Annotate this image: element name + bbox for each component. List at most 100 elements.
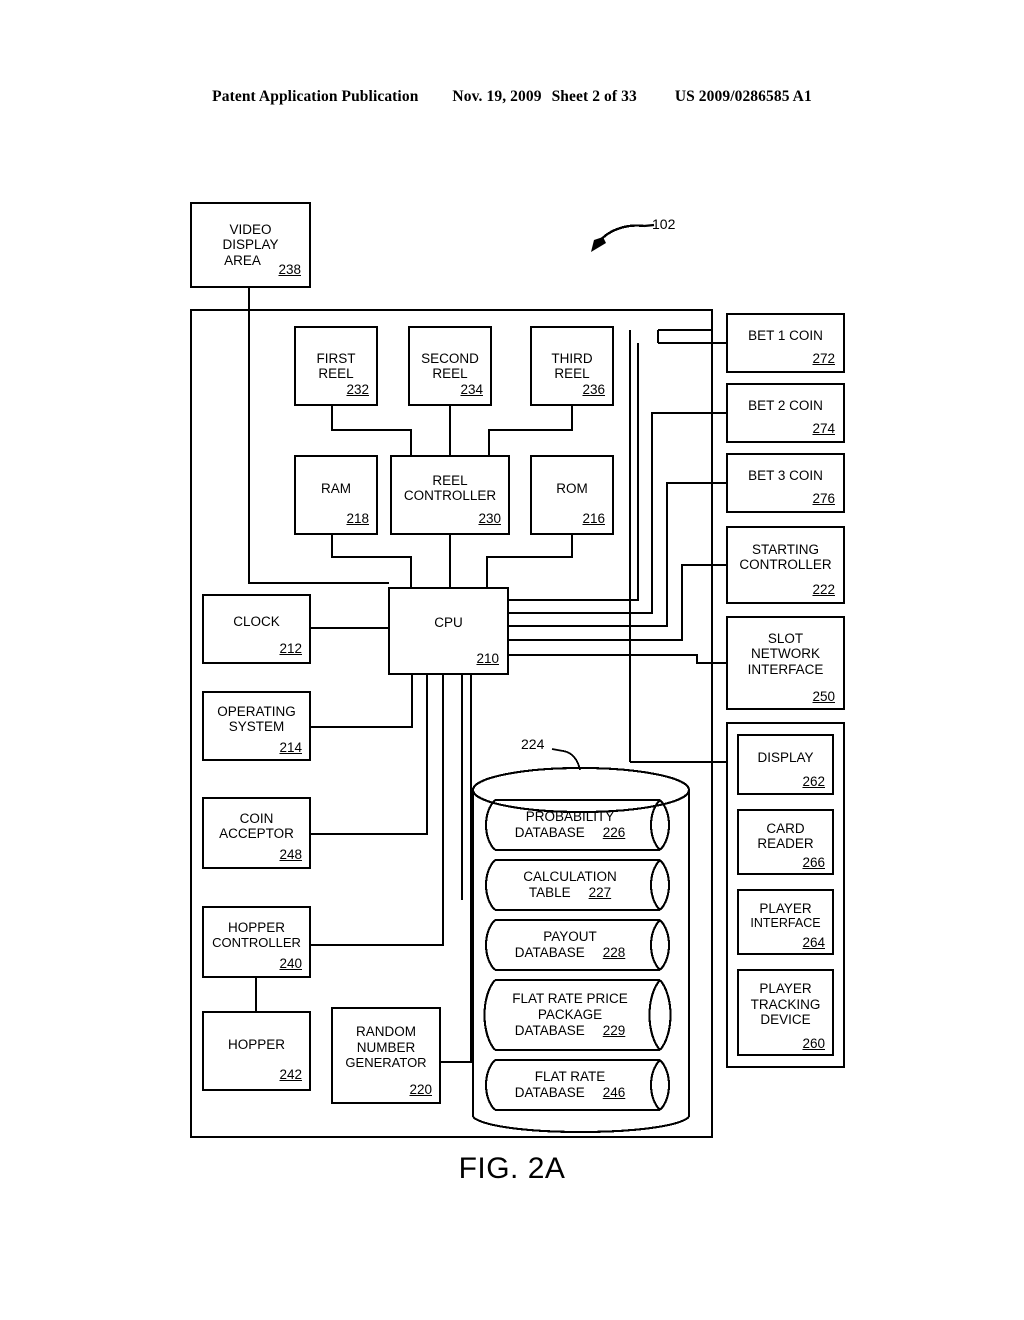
block-line: RANDOM xyxy=(356,1024,416,1040)
reference-numeral: 218 xyxy=(346,510,369,526)
block-line: BET 2 COIN xyxy=(748,398,823,414)
reference-numeral: 216 xyxy=(582,510,605,526)
block-line: READER xyxy=(757,836,814,851)
block-line: CONTROLLER xyxy=(212,935,301,950)
block-line: GENERATOR xyxy=(345,1055,427,1071)
reference-numeral: 222 xyxy=(812,581,835,597)
block-line: SECOND xyxy=(421,350,479,366)
block-reel-controller: REEL CONTROLLER 230 xyxy=(391,456,509,534)
database-reference-numeral: 224 xyxy=(521,736,545,752)
reference-numeral: 230 xyxy=(478,510,501,526)
database-line: FLAT RATE xyxy=(534,1069,606,1084)
block-line: REEL xyxy=(554,366,590,381)
reference-numeral: 238 xyxy=(278,261,301,277)
reference-numeral: 246 xyxy=(602,1085,626,1100)
database-line: DATABASE xyxy=(514,1085,585,1100)
reference-numeral: 234 xyxy=(460,381,483,397)
block-line: CONTROLLER xyxy=(739,557,832,572)
reference-numeral: 248 xyxy=(279,846,302,862)
figure-caption: FIG. 2A xyxy=(458,1152,566,1185)
block-line: CLOCK xyxy=(233,614,280,630)
database-line: PROBABILITY xyxy=(525,809,615,824)
block-line: ACCEPTOR xyxy=(219,826,294,841)
reference-numeral: 262 xyxy=(802,773,825,789)
block-line: NETWORK xyxy=(751,646,820,662)
database-flat-rate: FLAT RATE DATABASE 246 xyxy=(490,1060,650,1110)
block-line: BET 1 COIN xyxy=(748,328,823,344)
database-flat-rate-price-package: FLAT RATE PRICE PACKAGE DATABASE 229 xyxy=(488,980,652,1050)
block-line: REEL xyxy=(432,472,468,488)
block-rom: ROM 216 xyxy=(531,456,613,534)
block-third-reel: THIRD REEL 236 xyxy=(531,327,613,405)
block-first-reel: FIRST REEL 232 xyxy=(295,327,377,405)
block-bet-2-coin: BET 2 COIN 274 xyxy=(727,384,844,442)
database-line: PAYOUT xyxy=(543,929,597,944)
database-line: TABLE xyxy=(528,885,571,900)
block-ram: RAM 218 xyxy=(295,456,377,534)
reference-numeral: 272 xyxy=(812,350,835,366)
block-line: THIRD xyxy=(551,350,593,366)
reference-numeral: 214 xyxy=(279,739,302,755)
block-line: ROM xyxy=(556,481,588,497)
block-line: SYSTEM xyxy=(228,719,285,734)
block-line: FIRST xyxy=(316,350,356,366)
block-starting-controller: STARTING CONTROLLER 222 xyxy=(727,527,844,603)
block-line: REEL xyxy=(432,366,468,381)
reference-numeral: 227 xyxy=(588,885,612,900)
figure-line-art xyxy=(189,201,846,1139)
block-line: DISPLAY xyxy=(757,749,814,765)
block-bet-3-coin: BET 3 COIN 276 xyxy=(727,454,844,512)
block-line: SLOT xyxy=(767,630,804,646)
block-line: REEL xyxy=(318,366,354,381)
block-line: RAM xyxy=(321,481,351,497)
database-line: CALCULATION xyxy=(523,869,617,884)
block-line: CPU xyxy=(434,615,463,631)
block-line: DEVICE xyxy=(760,1012,811,1028)
block-line: PLAYER xyxy=(759,900,812,916)
block-line: COIN xyxy=(239,810,274,826)
reference-numeral: 240 xyxy=(279,955,302,971)
reference-numeral: 220 xyxy=(409,1081,432,1097)
reference-numeral: 212 xyxy=(279,640,302,656)
block-line: INTERFACE xyxy=(747,661,824,677)
block-line: TRACKING xyxy=(750,996,821,1012)
patent-sheet: Patent Application Publication Nov. 19, … xyxy=(0,0,1024,1320)
reference-numeral: 250 xyxy=(812,688,835,704)
block-line: AREA xyxy=(224,252,261,268)
reference-numeral: 210 xyxy=(476,650,499,666)
database-calculation-table: CALCULATION TABLE 227 xyxy=(490,860,650,910)
system-leader-arrowhead xyxy=(591,237,606,252)
block-line: PLAYER xyxy=(759,981,812,997)
system-reference-numeral: 102 xyxy=(652,216,676,232)
reference-numeral: 274 xyxy=(812,420,835,436)
block-bet-1-coin: BET 1 COIN 272 xyxy=(727,314,844,372)
reference-numeral: 226 xyxy=(602,825,626,840)
block-slot-network-interface: SLOT NETWORK INTERFACE 250 xyxy=(727,617,844,709)
database-line: DATABASE xyxy=(514,945,585,960)
block-hopper-controller: HOPPER CONTROLLER 240 xyxy=(203,907,310,977)
block-hopper: HOPPER 242 xyxy=(203,1012,310,1090)
reference-numeral: 266 xyxy=(802,854,825,870)
block-line: DISPLAY xyxy=(222,237,279,253)
block-line: OPERATING xyxy=(217,703,296,719)
block-line: BET 3 COIN xyxy=(748,468,823,484)
block-card-reader: CARD READER 266 xyxy=(738,810,833,874)
reference-numeral: 264 xyxy=(802,934,825,950)
block-player-interface: PLAYER INTERFACE 264 xyxy=(738,890,833,954)
block-clock: CLOCK 212 xyxy=(203,595,310,663)
reference-numeral: 228 xyxy=(602,945,626,960)
block-line: HOPPER xyxy=(227,919,285,935)
block-line: VIDEO xyxy=(229,221,272,237)
block-video-display-area: VIDEO DISPLAY AREA 238 xyxy=(191,203,310,287)
block-coin-acceptor: COIN ACCEPTOR 248 xyxy=(203,798,310,868)
reference-numeral: 242 xyxy=(279,1066,302,1082)
database-line: PACKAGE xyxy=(537,1007,603,1022)
reference-numeral: 232 xyxy=(346,381,369,397)
block-player-tracking-device: PLAYER TRACKING DEVICE 260 xyxy=(738,970,833,1055)
block-operating-system: OPERATING SYSTEM 214 xyxy=(203,692,310,760)
block-line: INTERFACE xyxy=(750,916,821,930)
block-line: CARD xyxy=(766,820,805,836)
reference-numeral: 260 xyxy=(802,1035,825,1051)
database-line: FLAT RATE PRICE xyxy=(512,991,628,1006)
database-payout: PAYOUT DATABASE 228 xyxy=(490,920,650,970)
